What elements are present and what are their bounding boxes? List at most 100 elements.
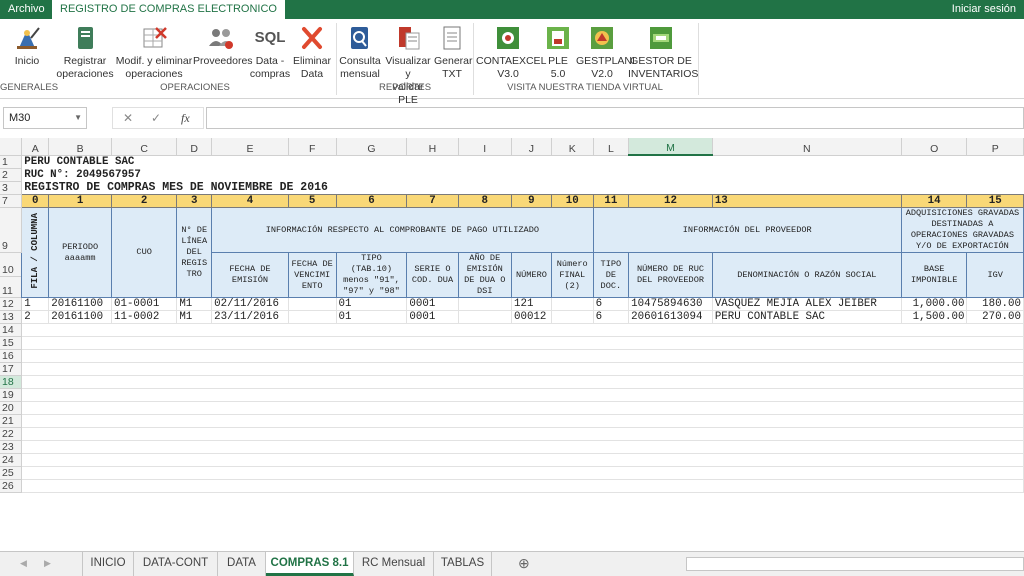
- cell-periodo[interactable]: 20161100: [48, 310, 112, 324]
- horizontal-scrollbar[interactable]: [686, 557, 1024, 571]
- empty-row[interactable]: [21, 414, 1024, 428]
- file-tab[interactable]: Archivo: [0, 0, 53, 19]
- ruc-prov-header[interactable]: NÚMERO DE RUC DEL PROVEEDOR: [628, 252, 713, 298]
- col-header[interactable]: I: [458, 138, 512, 156]
- col-header[interactable]: E: [211, 138, 289, 156]
- row-header[interactable]: 22: [0, 427, 23, 441]
- row-header[interactable]: 24: [0, 453, 23, 467]
- row-header[interactable]: 17: [0, 362, 23, 376]
- sheet-tab-data[interactable]: DATA: [218, 552, 266, 576]
- row-header[interactable]: 12: [0, 297, 23, 311]
- col-number-cell[interactable]: 0: [21, 194, 50, 208]
- col-header[interactable]: O: [901, 138, 968, 156]
- sheet-tab-tablas[interactable]: TABLAS: [434, 552, 492, 576]
- col-number-cell[interactable]: 15: [966, 194, 1024, 208]
- spreadsheet-grid[interactable]: A B C D E F G H I J K L M N O P 1 PERÚ C…: [0, 138, 1024, 551]
- col-header-selected[interactable]: M: [628, 138, 713, 156]
- data-compras-button[interactable]: SQL Data - compras: [249, 19, 291, 81]
- modificar-button[interactable]: Modif. y eliminar operaciones: [115, 19, 193, 81]
- empty-row[interactable]: [21, 453, 1024, 467]
- cancel-icon[interactable]: ✕: [123, 108, 133, 128]
- cell-numero[interactable]: 00012: [511, 310, 552, 324]
- cell-razon[interactable]: PERU CONTABLE SAC: [712, 310, 902, 324]
- col-header[interactable]: N: [712, 138, 902, 156]
- row-header-selected[interactable]: 18: [0, 375, 23, 389]
- cell-tipo[interactable]: 01: [336, 310, 408, 324]
- comprobante-header[interactable]: INFORMACIÓN RESPECTO AL COMPROBANTE DE P…: [211, 207, 594, 253]
- empty-row[interactable]: [21, 362, 1024, 376]
- cell-anio[interactable]: [458, 310, 512, 324]
- fecha-emision-header[interactable]: FECHA DE EMISIÓN: [211, 252, 289, 298]
- row-header[interactable]: 2: [0, 168, 23, 182]
- cell-ruc[interactable]: 10475894630: [628, 297, 713, 311]
- col-header[interactable]: C: [111, 138, 178, 156]
- gestor-inventarios-button[interactable]: GESTOR DE INVENTARIOS: [628, 19, 698, 81]
- col-number-cell[interactable]: 6: [335, 194, 408, 208]
- row-header[interactable]: 21: [0, 414, 23, 428]
- generar-txt-button[interactable]: Generar TXT: [434, 19, 473, 81]
- cell-cuo[interactable]: 11-0002: [111, 310, 178, 324]
- col-number-cell[interactable]: 8: [457, 194, 512, 208]
- cell-venc[interactable]: [288, 297, 337, 311]
- cuo-header[interactable]: CUO: [110, 207, 178, 298]
- fila-columna-header[interactable]: FILA / COLUMNA: [21, 207, 50, 298]
- add-sheet-icon[interactable]: ⊕: [518, 552, 530, 575]
- inicio-button[interactable]: Inicio: [4, 19, 50, 68]
- registrar-button[interactable]: Registrar operaciones: [55, 19, 115, 81]
- cell-fila[interactable]: 1: [21, 297, 50, 311]
- cell-base[interactable]: 1,500.00: [901, 310, 968, 324]
- col-number-cell[interactable]: 7: [406, 194, 459, 208]
- row-header[interactable]: 19: [0, 388, 23, 402]
- col-number-cell[interactable]: 4: [211, 194, 289, 208]
- empty-row[interactable]: [21, 349, 1024, 363]
- row-header[interactable]: 23: [0, 440, 23, 454]
- col-header[interactable]: L: [593, 138, 630, 156]
- cell-fecha[interactable]: 23/11/2016: [211, 310, 289, 324]
- empty-row[interactable]: [21, 479, 1024, 493]
- cell-periodo[interactable]: 20161100: [48, 297, 112, 311]
- col-number-cell[interactable]: 1: [48, 194, 112, 208]
- adquisiciones-header[interactable]: ADQUISICIONES GRAVADAS DESTINADAS A OPER…: [900, 207, 1024, 253]
- row-header[interactable]: 10: [0, 252, 23, 277]
- name-box[interactable]: M30 ▼: [3, 107, 87, 129]
- col-number-cell[interactable]: 13: [711, 194, 902, 208]
- empty-row[interactable]: [21, 401, 1024, 415]
- report-title-cell[interactable]: REGISTRO DE COMPRAS MES DE NOVIEMBRE DE …: [22, 181, 1024, 195]
- company-name-cell[interactable]: PERÚ CONTABLE SAC: [22, 155, 1024, 168]
- base-header[interactable]: BASE IMPONIBLE: [900, 252, 968, 298]
- row-header[interactable]: 26: [0, 479, 23, 493]
- confirm-icon[interactable]: ✓: [151, 108, 161, 128]
- numero-final-header[interactable]: Número FINAL (2): [550, 252, 594, 298]
- col-header[interactable]: A: [21, 138, 50, 156]
- signin-link[interactable]: Iniciar sesión: [944, 0, 1024, 19]
- cell-linea[interactable]: M1: [176, 297, 213, 311]
- cell-serie[interactable]: 0001: [406, 310, 459, 324]
- row-header[interactable]: 11: [0, 276, 23, 299]
- col-header[interactable]: H: [406, 138, 459, 156]
- row-header[interactable]: 3: [0, 181, 23, 195]
- tipo-header[interactable]: TIPO (TAB.10) menos "91", "97" y "98": [335, 252, 408, 298]
- cell-igv[interactable]: 270.00: [966, 310, 1024, 324]
- row-header[interactable]: 14: [0, 323, 23, 337]
- fecha-venc-header[interactable]: FECHA DE VENCIMI ENTO: [287, 252, 337, 298]
- sheet-tab-data-cont[interactable]: DATA-CONT: [134, 552, 218, 576]
- igv-header[interactable]: IGV: [966, 252, 1024, 298]
- periodo-header[interactable]: PERIODO aaaamm: [48, 207, 112, 298]
- col-number-cell[interactable]: 3: [176, 194, 213, 208]
- cell-igv[interactable]: 180.00: [966, 297, 1024, 311]
- contaexcel-button[interactable]: CONTAEXCEL V3.0: [476, 19, 546, 81]
- cell-numero[interactable]: 121: [511, 297, 552, 311]
- empty-row[interactable]: [21, 388, 1024, 402]
- cell-serie[interactable]: 0001: [406, 297, 459, 311]
- proveedores-button[interactable]: Proveedores: [193, 19, 253, 68]
- serie-header[interactable]: SERIE O COD. DUA: [406, 252, 459, 298]
- ruc-cell[interactable]: RUC N°: 2049567957: [22, 168, 1024, 181]
- sheet-tab-inicio[interactable]: INICIO: [82, 552, 134, 576]
- gestplani-button[interactable]: GESTPLANI V2.0: [576, 19, 635, 81]
- cell-fecha[interactable]: 02/11/2016: [211, 297, 289, 311]
- tipo-doc-header[interactable]: TIPO DE DOC.: [592, 252, 630, 298]
- numero-header[interactable]: NÚMERO: [510, 252, 552, 298]
- cell-tipodoc[interactable]: 6: [593, 297, 630, 311]
- row-header[interactable]: 15: [0, 336, 23, 350]
- col-number-cell[interactable]: 5: [287, 194, 337, 208]
